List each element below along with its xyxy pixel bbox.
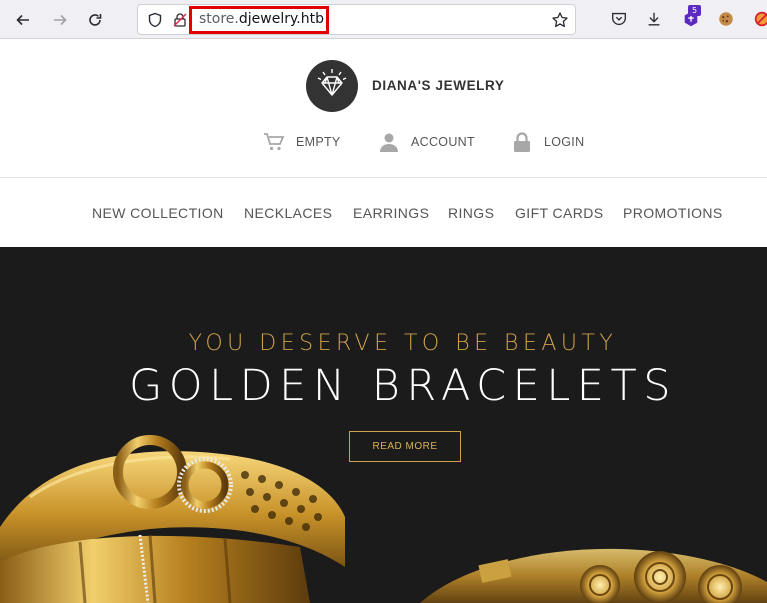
nav-rings[interactable]: RINGS — [448, 205, 494, 221]
url-host: djewelry.htb — [238, 11, 324, 27]
forward-icon[interactable] — [48, 8, 72, 32]
nav-new-collection[interactable]: NEW COLLECTION — [92, 205, 224, 221]
nav-promotions[interactable]: PROMOTIONS — [623, 205, 723, 221]
nav-earrings[interactable]: EARRINGS — [353, 205, 429, 221]
cart-icon — [264, 133, 285, 151]
nav-necklaces[interactable]: NECKLACES — [244, 205, 332, 221]
main-navigation: NEW COLLECTION NECKLACES EARRINGS RINGS … — [0, 205, 767, 223]
lock-icon — [514, 132, 530, 152]
url-text[interactable]: store.djewelry.htb — [199, 11, 324, 27]
hero-title: GOLDEN BRACELETS — [128, 361, 678, 411]
url-prefix: store. — [199, 11, 239, 27]
cart-link[interactable]: EMPTY — [263, 131, 341, 153]
brand-name[interactable]: DIANA'S JEWELRY — [372, 78, 504, 93]
account-link[interactable]: ACCOUNT — [378, 131, 475, 153]
download-icon[interactable] — [644, 9, 664, 29]
diamond-icon — [317, 69, 347, 96]
reload-icon[interactable] — [83, 8, 107, 32]
hero-subtitle: YOU DESERVE TO BE BEAUTY — [188, 331, 618, 356]
account-label: ACCOUNT — [411, 135, 475, 149]
browser-toolbar: store.djewelry.htb 5 — [0, 0, 767, 39]
header-divider — [0, 177, 767, 178]
blocked-icon[interactable] — [752, 9, 767, 29]
hero-banner: YOU DESERVE TO BE BEAUTY GOLDEN BRACELET… — [0, 247, 767, 603]
user-icon — [380, 133, 398, 152]
cookie-icon[interactable] — [716, 9, 736, 29]
nav-gift-cards[interactable]: GIFT CARDS — [515, 205, 604, 221]
login-link[interactable]: LOGIN — [511, 131, 584, 153]
insecure-lock-icon[interactable] — [172, 12, 188, 28]
shield-icon[interactable] — [147, 12, 163, 28]
cart-label: EMPTY — [296, 135, 341, 149]
brand-logo[interactable] — [306, 60, 358, 112]
login-label: LOGIN — [544, 135, 585, 149]
pocket-icon[interactable] — [609, 9, 629, 29]
bookmark-star-icon[interactable] — [551, 11, 569, 29]
hero-jewelry-image — [0, 435, 767, 603]
extension-badge: 5 — [688, 5, 701, 16]
back-icon[interactable] — [11, 8, 35, 32]
read-more-button[interactable]: READ MORE — [349, 431, 461, 462]
url-bar[interactable]: store.djewelry.htb — [137, 4, 576, 35]
